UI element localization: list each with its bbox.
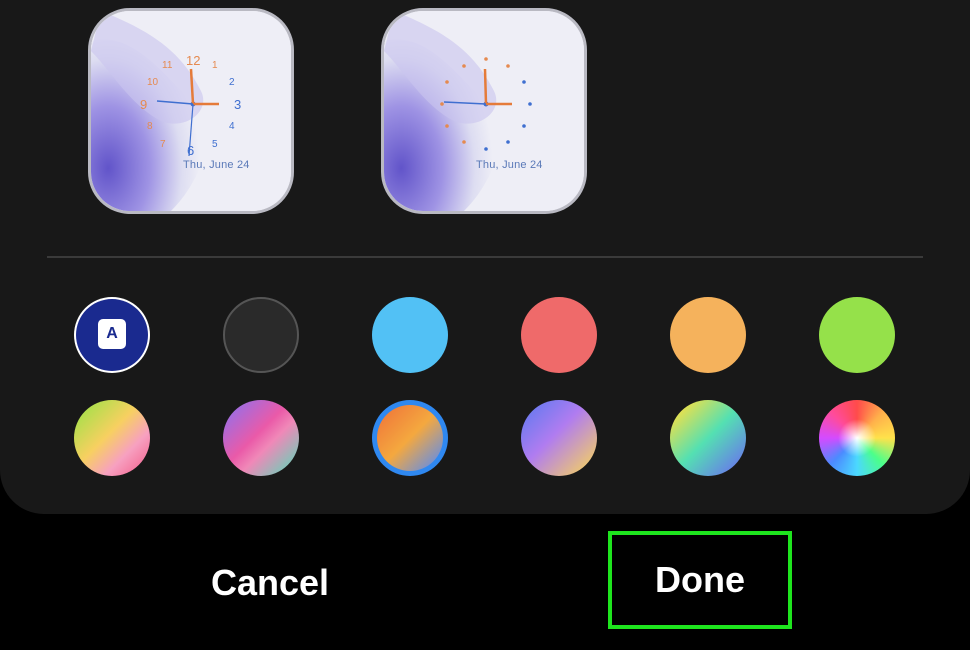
divider	[47, 256, 923, 258]
clock-number-8: 8	[147, 121, 153, 132]
color-gradient-orange-blue-fill	[377, 405, 443, 471]
color-green-swatch[interactable]	[819, 297, 895, 373]
cancel-button[interactable]: Cancel	[170, 538, 370, 628]
color-gradient-blue-yellow-swatch[interactable]	[521, 400, 597, 476]
clock-preview-dots-wallpaper	[384, 11, 584, 211]
clock-number-10: 10	[147, 77, 159, 88]
color-auto-theme-swatch[interactable]: A	[74, 297, 150, 373]
clock-number-6: 6	[187, 143, 195, 158]
color-orange-swatch[interactable]	[670, 297, 746, 373]
clock-style-panel: 12 1 2 3 4 5 6 7 8 9 10 11 Thu, June 24	[0, 0, 970, 514]
color-red-swatch[interactable]	[521, 297, 597, 373]
color-gradient-yellow-teal-swatch[interactable]	[670, 400, 746, 476]
action-bar: Cancel Done	[0, 514, 970, 650]
clock-number-3: 3	[234, 97, 242, 112]
done-button[interactable]: Done	[608, 531, 792, 629]
color-gradient-rainbow-swatch[interactable]	[819, 400, 895, 476]
clock-number-1: 1	[212, 60, 218, 71]
clock-number-7: 7	[160, 139, 166, 150]
clock-preview-dots[interactable]: Thu, June 24	[381, 8, 587, 214]
color-black-swatch[interactable]	[223, 297, 299, 373]
clock-number-12: 12	[186, 53, 201, 68]
color-gradient-green-pink-swatch[interactable]	[74, 400, 150, 476]
clock-number-9: 9	[140, 97, 148, 112]
auto-color-icon-letter: A	[106, 325, 118, 342]
color-gradient-orange-blue-swatch[interactable]	[372, 400, 448, 476]
clock-number-11: 11	[162, 60, 173, 71]
clock-preview-numbers-wallpaper	[91, 11, 291, 211]
clock-date-label: Thu, June 24	[476, 159, 543, 171]
color-gradient-purple-pink-teal-swatch[interactable]	[223, 400, 299, 476]
color-blue-swatch[interactable]	[372, 297, 448, 373]
clock-preview-numbers[interactable]: 12 1 2 3 4 5 6 7 8 9 10 11 Thu, June 24	[88, 8, 294, 214]
clock-number-5: 5	[212, 139, 218, 150]
clock-number-4: 4	[229, 121, 235, 132]
clock-number-2: 2	[229, 77, 235, 88]
auto-color-icon: A	[98, 319, 126, 349]
clock-date-label: Thu, June 24	[183, 159, 250, 171]
